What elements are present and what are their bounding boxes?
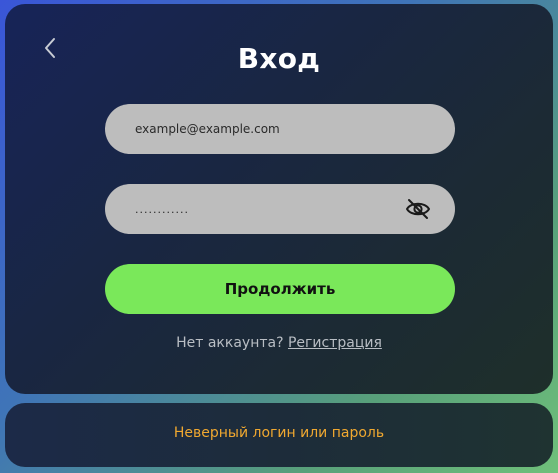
- eye-off-icon: [406, 199, 430, 219]
- page-title: Вход: [237, 42, 321, 75]
- error-banner: Неверный логин или пароль: [5, 403, 553, 467]
- register-link[interactable]: Регистрация: [288, 335, 382, 351]
- password-input[interactable]: [135, 184, 395, 234]
- password-field[interactable]: [105, 184, 455, 234]
- continue-button[interactable]: Продолжить: [105, 264, 455, 314]
- login-card: Вход Продолжить Нет аккаунта? Регистраци…: [5, 4, 553, 394]
- signup-prompt: Нет аккаунта? Регистрация: [5, 335, 553, 351]
- email-input[interactable]: [135, 104, 395, 154]
- toggle-password-button[interactable]: [405, 197, 431, 221]
- no-account-text: Нет аккаунта?: [176, 335, 284, 351]
- error-message: Неверный логин или пароль: [173, 425, 385, 441]
- email-field[interactable]: [105, 104, 455, 154]
